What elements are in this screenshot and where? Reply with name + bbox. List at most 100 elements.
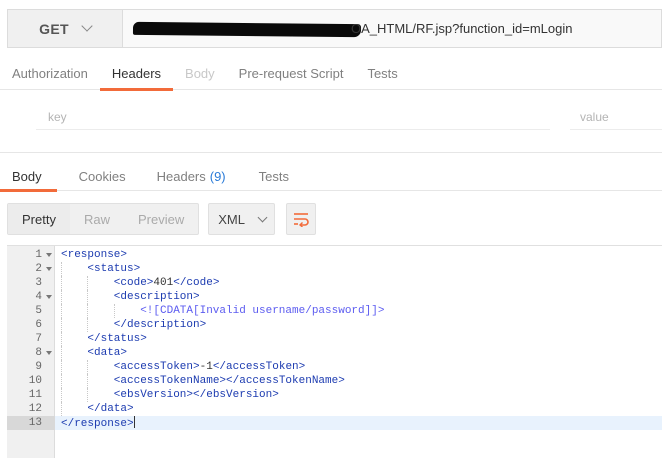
code-line: 11 <ebsVersion></ebsVersion>	[7, 388, 662, 402]
pretty-button[interactable]: Pretty	[8, 204, 70, 234]
tab-cookies[interactable]: Cookies	[57, 161, 141, 191]
indent-guide	[87, 374, 89, 388]
code-line: 1 <response>	[7, 248, 662, 262]
indent-guide	[61, 304, 62, 318]
raw-button[interactable]: Raw	[70, 204, 124, 234]
tab-pre-request-script[interactable]: Pre-request Script	[227, 56, 356, 90]
indent-guide	[87, 290, 89, 304]
request-bar: GET OA_HTML/RF.jsp?function_id=mLogin	[7, 9, 662, 48]
fold-arrow-icon[interactable]	[46, 295, 52, 299]
code-line: 3 <code>401</code>	[7, 276, 662, 290]
method-select[interactable]: GET	[7, 9, 123, 48]
indent-guide	[61, 332, 62, 346]
line-number: 13	[7, 416, 55, 430]
indent-guide	[61, 402, 62, 416]
fold-arrow-icon[interactable]	[46, 253, 52, 257]
xml-tag: <accessTokenName></accessTokenName>	[113, 375, 345, 387]
line-number-text: 5	[35, 305, 42, 317]
tab-authorization[interactable]: Authorization	[0, 56, 100, 90]
tab-headers[interactable]: Headers	[99, 56, 174, 91]
preview-button[interactable]: Preview	[124, 204, 198, 234]
line-number: 12	[7, 402, 55, 416]
indent-guide	[87, 304, 89, 318]
xml-tag: <accessToken>	[113, 361, 200, 373]
xml-tag: <code>	[113, 277, 154, 289]
code-text: <code>401</code>	[114, 276, 220, 290]
code-text: <![CDATA[Invalid username/password]]>	[140, 304, 384, 318]
code-line: 10 <accessTokenName></accessTokenName>	[7, 374, 662, 388]
code-text: <response>	[61, 248, 127, 262]
response-tabs: Body Cookies Headers (9) Tests	[0, 161, 662, 192]
fold-arrow-icon[interactable]	[46, 351, 52, 355]
line-number: 5	[7, 304, 55, 318]
code-line: 13 </response>	[7, 416, 662, 430]
xml-tag: <description>	[113, 291, 200, 303]
tab-response-headers[interactable]: Headers (9)	[141, 161, 241, 191]
indent-guide	[61, 360, 62, 374]
xml-tag: <response>	[61, 249, 128, 261]
line-number-text: 11	[28, 389, 42, 401]
response-body-editor[interactable]: 1 <response> 2 <status> 3 <code>401</code> 4 <d…	[7, 245, 662, 458]
xml-tag: <data>	[87, 347, 127, 359]
fold-arrow-icon[interactable]	[46, 267, 52, 271]
code-line: 4 <description>	[7, 290, 662, 304]
line-number-text: 12	[28, 403, 42, 415]
tab-tests[interactable]: Tests	[355, 56, 409, 90]
code-line: 12 </data>	[7, 402, 662, 416]
xml-tag: <ebsVersion></ebsVersion>	[113, 389, 279, 401]
line-number: 9	[7, 360, 55, 374]
header-key-input[interactable]	[36, 104, 550, 130]
response-toolbar: Pretty Raw Preview XML	[7, 203, 317, 235]
indent-guide	[61, 262, 62, 276]
line-number-text: 3	[35, 277, 42, 289]
line-number-text: 6	[35, 319, 42, 331]
line-number-text: 1	[35, 249, 42, 261]
xml-tag: </status>	[87, 333, 147, 345]
tab-response-tests[interactable]: Tests	[241, 161, 304, 191]
code-text: <data>	[87, 346, 127, 360]
indent-guide	[61, 388, 62, 402]
code-text: </status>	[87, 332, 146, 346]
code-text: <ebsVersion></ebsVersion>	[114, 388, 279, 402]
method-label: GET	[39, 20, 69, 37]
indent-guide	[61, 318, 62, 332]
code-line: 2 <status>	[7, 262, 662, 276]
indent-guide	[113, 304, 115, 318]
line-number-text: 2	[35, 263, 42, 275]
code-text: <accessToken>-1</accessToken>	[114, 360, 305, 374]
line-number: 7	[7, 332, 55, 346]
line-number: 6	[7, 318, 55, 332]
xml-tag: </response>	[61, 418, 134, 430]
headers-count-badge: (9)	[209, 168, 226, 184]
code-line: 6 </description>	[7, 318, 662, 332]
text-cursor	[133, 416, 135, 428]
format-select[interactable]: XML	[208, 203, 276, 235]
xml-tag: </data>	[87, 403, 134, 415]
code-line: 8 <data>	[7, 346, 662, 360]
line-number: 11	[7, 388, 55, 402]
tab-response-body[interactable]: Body	[0, 161, 57, 192]
request-tabs: Authorization Headers Body Pre-request S…	[0, 56, 662, 91]
xml-value: 401	[153, 277, 174, 289]
code-text: </data>	[87, 402, 133, 416]
xml-tag: <status>	[87, 263, 141, 275]
code-line: 9 <accessToken>-1</accessToken>	[7, 360, 662, 374]
line-number-text: 8	[35, 347, 42, 359]
line-number-text: 10	[28, 375, 42, 387]
line-number: 1	[7, 248, 55, 262]
xml-tag: </description>	[113, 319, 207, 331]
code-text: <accessTokenName></accessTokenName>	[114, 374, 345, 388]
header-value-input[interactable]	[570, 104, 662, 130]
line-number-text: 7	[35, 333, 42, 345]
code-text: <status>	[87, 262, 140, 276]
url-input[interactable]: OA_HTML/RF.jsp?function_id=mLogin	[123, 9, 662, 48]
view-mode-group: Pretty Raw Preview	[7, 203, 200, 235]
indent-guide	[61, 276, 62, 290]
format-label: XML	[218, 211, 245, 227]
wrap-lines-button[interactable]	[286, 203, 317, 235]
line-number: 8	[7, 346, 55, 360]
tab-body[interactable]: Body	[173, 56, 227, 90]
chevron-down-icon	[257, 212, 268, 222]
chevron-down-icon	[81, 20, 93, 32]
indent-guide	[61, 346, 62, 360]
